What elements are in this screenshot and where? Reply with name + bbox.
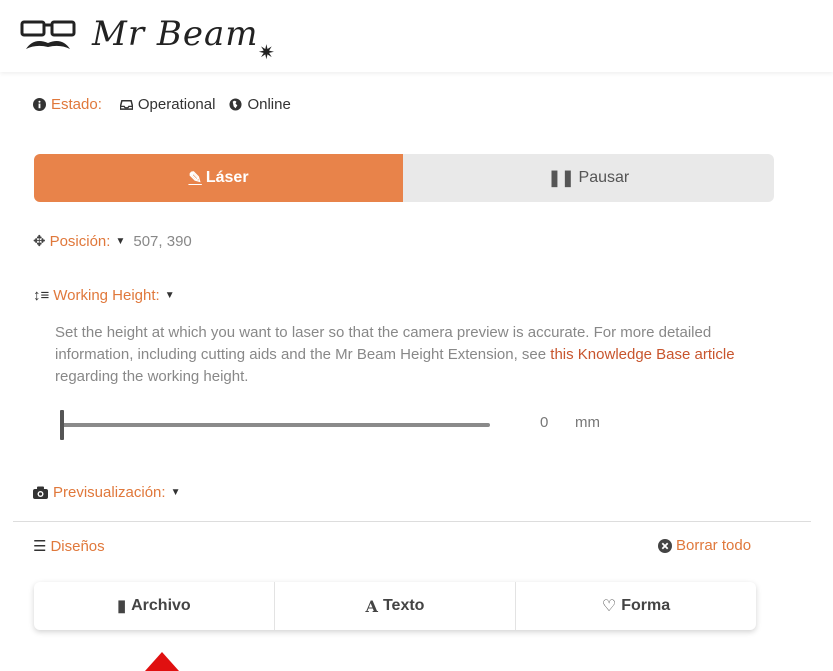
status-state: Operational xyxy=(137,96,216,113)
preview-toggle[interactable]: Previsualización: ▼ xyxy=(33,484,180,501)
laser-label: Láser xyxy=(205,169,249,186)
section-divider xyxy=(13,521,811,522)
inbox-icon xyxy=(119,100,133,110)
tab-file-label: Archivo xyxy=(131,597,191,614)
chevron-down-icon: ▼ xyxy=(164,290,175,301)
chevron-down-icon: ▼ xyxy=(170,487,181,498)
laser-icon: ✎ xyxy=(188,170,202,187)
pointer-arrow-icon xyxy=(145,652,179,671)
working-height-slider[interactable] xyxy=(60,410,492,442)
working-height-value: 0 xyxy=(540,414,549,431)
working-height-description: Set the height at which you want to lase… xyxy=(55,322,755,388)
working-height-label: Working Height: xyxy=(53,287,160,304)
list-icon: ☰ xyxy=(33,538,47,555)
app-header: Mr Beam ✷ xyxy=(0,0,833,72)
info-icon xyxy=(33,98,46,111)
laser-button[interactable]: ✎ Láser xyxy=(34,154,403,202)
slider-track xyxy=(60,423,490,427)
close-circle-icon xyxy=(658,538,672,553)
clear-all-button[interactable]: Borrar todo xyxy=(658,537,751,554)
knowledge-base-link[interactable]: this Knowledge Base article xyxy=(550,346,734,363)
tab-file[interactable]: ▮ Archivo xyxy=(34,582,275,630)
status-label: Estado: xyxy=(51,96,102,113)
designs-header: ☰ Diseños xyxy=(33,537,105,556)
preview-label: Previsualización: xyxy=(53,484,166,501)
position-label: Posición: xyxy=(49,232,111,250)
camera-icon xyxy=(33,486,48,499)
position-coords: 507, 390 xyxy=(133,232,192,250)
position-section[interactable]: ✥ Posición: ▼ 507, 390 xyxy=(33,232,192,251)
text-icon: A xyxy=(365,596,378,616)
pause-icon: ❚❚ xyxy=(547,170,575,187)
desc-text-after: regarding the working height. xyxy=(55,368,249,385)
clear-all-label: Borrar todo xyxy=(676,537,752,554)
heart-icon: ♡ xyxy=(601,598,617,615)
designs-label: Diseños xyxy=(50,537,105,555)
laser-control-bar: ✎ Láser ❚❚ Pausar xyxy=(34,154,774,202)
status-row: Estado: Operational Online xyxy=(33,96,291,113)
file-icon: ▮ xyxy=(117,598,127,615)
tab-text-label: Texto xyxy=(382,597,425,614)
glasses-mustache-logo-icon xyxy=(20,20,76,49)
working-height-unit: mm xyxy=(575,414,600,431)
brand-star: ✷ xyxy=(258,42,275,64)
tab-shape-label: Forma xyxy=(621,597,671,614)
pause-button[interactable]: ❚❚ Pausar xyxy=(403,154,774,202)
chevron-down-icon: ▼ xyxy=(115,235,126,247)
globe-icon xyxy=(229,98,242,111)
tab-text[interactable]: A Texto xyxy=(275,582,516,630)
design-source-tabs: ▮ Archivo A Texto ♡ Forma xyxy=(34,582,756,630)
tab-shape[interactable]: ♡ Forma xyxy=(516,582,756,630)
pause-label: Pausar xyxy=(578,169,630,186)
brand-name: Mr Beam xyxy=(92,14,259,54)
crosshair-icon: ✥ xyxy=(33,233,46,250)
slider-thumb[interactable] xyxy=(60,410,64,440)
working-height-toggle[interactable]: ↕≡ Working Height: ▼ xyxy=(33,287,175,304)
connection-state: Online xyxy=(247,96,291,113)
height-icon: ↕≡ xyxy=(33,287,50,304)
